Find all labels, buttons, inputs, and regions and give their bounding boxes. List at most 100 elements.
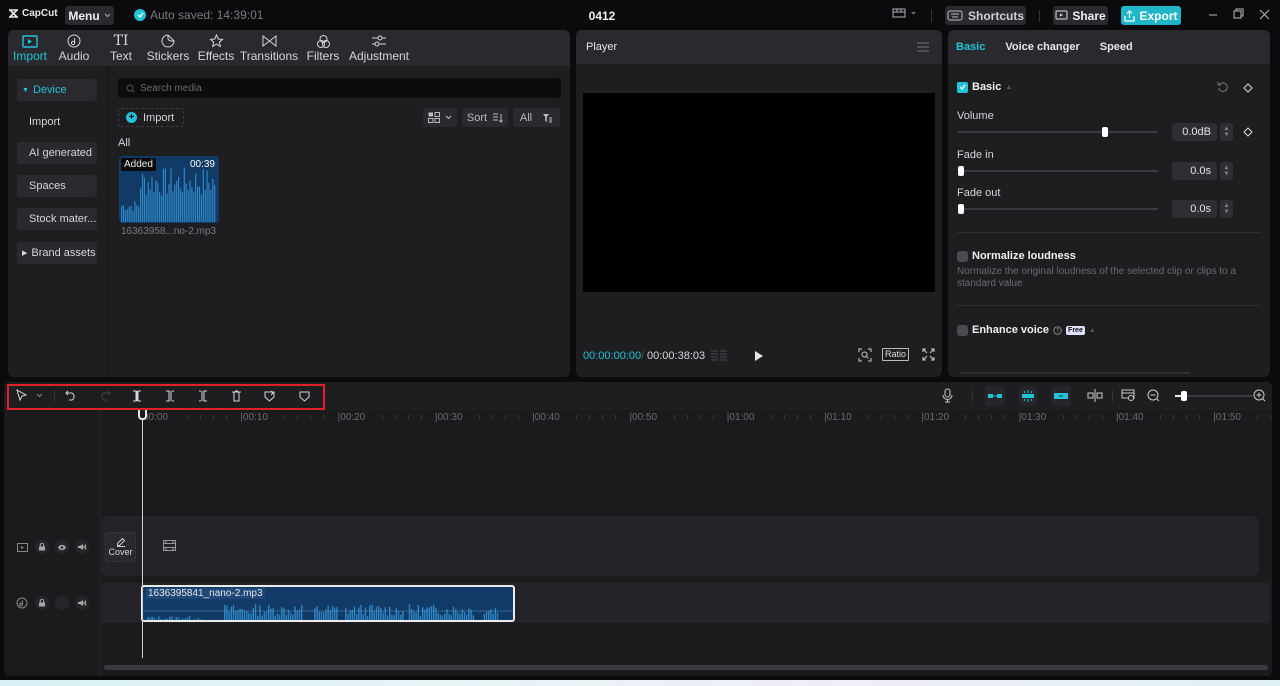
zoom-out-icon[interactable] [1147,389,1160,402]
thumbnail-zoom-icon[interactable] [1121,389,1136,402]
waveform-bar [351,610,353,620]
tab-filters[interactable]: Filters [299,30,347,66]
magnet-main-track-button[interactable] [985,386,1005,406]
tab-stickers[interactable]: Stickers [143,30,193,66]
tab-effects[interactable]: Effects [193,30,239,66]
normalize-loudness-toggle[interactable]: Normalize loudness [957,250,1076,262]
timeline-ruler[interactable]: 00:00 |00:10 |00:20 |00:30 |00:40 |00:50 |01:0… [100,410,1272,426]
fade-in-input[interactable]: 0.0s [1172,162,1217,180]
waveform-bar [136,204,138,222]
play-button[interactable] [754,350,764,362]
sidebar-item-spaces[interactable]: Spaces [17,175,97,197]
fade-out-input[interactable]: 0.0s [1172,200,1217,218]
audio-clip[interactable]: 1636395841_nano-2.mp3 [141,585,515,622]
minimize-button[interactable] [1208,8,1218,20]
playhead[interactable] [142,410,143,658]
player-viewport[interactable] [583,93,935,292]
speaker-icon[interactable] [75,596,89,610]
fade-out-slider-thumb[interactable] [958,204,964,214]
hamburger-menu-icon[interactable] [917,42,929,52]
chevron-down-icon [445,115,452,120]
lock-icon[interactable] [35,596,49,610]
media-duration: 00:39 [189,159,215,170]
reset-icon[interactable] [1217,81,1229,93]
volume-keyframe-icon[interactable] [1238,126,1258,138]
properties-tabs: Basic Voice changer Speed [948,30,1270,64]
shortcuts-button[interactable]: Shortcuts [945,6,1026,25]
basic-checkbox[interactable] [957,81,968,93]
enhance-voice-checkbox[interactable] [957,324,968,336]
enhance-voice-toggle[interactable]: Enhance voice ? Free ▲ [957,324,1096,336]
export-button[interactable]: Export [1121,6,1181,25]
import-button[interactable]: + Import [118,108,184,127]
preview-axis-icon[interactable] [1087,389,1103,402]
waveform-bar [122,205,125,222]
sidebar-item-device[interactable]: ▼ Device [17,79,97,101]
import-icon [22,33,38,49]
fullscreen-icon[interactable] [922,348,935,361]
volume-slider-thumb[interactable] [1102,127,1108,137]
divider [1039,10,1040,22]
tab-adjustment[interactable]: Adjustment [347,30,411,66]
zoom-slider-thumb[interactable] [1181,391,1187,401]
zoom-view-icon[interactable] [858,348,872,362]
tab-audio[interactable]: Audio [49,30,99,66]
volume-slider[interactable] [958,127,1158,137]
fade-in-stepper[interactable]: ▲ ▼ [1220,162,1233,180]
player-title: Player [586,41,618,53]
search-media-input[interactable]: Search media [118,78,561,98]
basic-section-header[interactable]: Basic ▲ [957,81,1012,93]
sidebar-item-import[interactable]: Import [17,111,97,133]
sidebar-item-ai-generated[interactable]: AI generated [17,142,97,164]
layout-button[interactable] [892,8,917,18]
tab-voice-changer[interactable]: Voice changer [1005,41,1079,53]
fade-out-slider[interactable] [958,204,1158,214]
waveform-bar [320,611,323,620]
volume-input[interactable]: 0.0dB [1172,123,1217,141]
keyframe-icon[interactable] [1238,82,1258,94]
speaker-icon[interactable] [75,540,89,554]
auto-snap-button[interactable] [1018,386,1038,406]
waveform-bar [488,610,490,620]
tab-label: Effects [197,49,235,63]
waveform-bar [185,183,187,222]
view-mode-button[interactable] [423,108,457,127]
sort-button[interactable]: Sort [462,108,508,127]
lock-icon[interactable] [35,540,49,554]
tab-text[interactable]: TI Text [99,30,143,66]
zoom-in-icon[interactable] [1253,389,1266,402]
fade-out-stepper[interactable]: ▲ ▼ [1220,200,1233,218]
restore-button[interactable] [1233,8,1244,20]
linkage-button[interactable] [1051,386,1071,406]
media-item-thumbnail[interactable]: Added 00:39 [119,156,219,223]
tab-speed[interactable]: Speed [1100,41,1133,53]
normalize-checkbox[interactable] [957,250,968,262]
waveform-bar [402,611,404,620]
fade-in-slider-thumb[interactable] [958,166,964,176]
main-video-track[interactable] [101,516,1259,576]
playhead-handle[interactable] [138,410,147,420]
tab-transitions[interactable]: Transitions [239,30,299,66]
timeline-horizontal-scrollbar[interactable] [104,665,1268,670]
close-button[interactable] [1259,8,1270,20]
timeline-zoom-slider[interactable] [1175,391,1253,401]
waveform-bar [160,195,163,222]
tab-import[interactable]: Import [11,30,49,66]
help-icon[interactable]: ? [1053,325,1062,335]
volume-stepper[interactable]: ▲ ▼ [1220,123,1233,141]
ratio-button[interactable]: Ratio [882,348,910,361]
filter-button[interactable]: All [513,108,560,127]
waveform-bar [347,613,349,620]
eye-icon[interactable] [55,540,69,554]
microphone-icon[interactable] [942,388,953,403]
sidebar-item-brand-assets[interactable]: ▶ Brand assets [17,242,97,264]
waveform-bar [459,614,461,620]
tab-basic[interactable]: Basic [956,41,985,53]
share-button[interactable]: Share [1053,6,1108,25]
sidebar-item-label: Stock mater... [29,213,97,225]
cover-button[interactable]: Cover [105,532,136,562]
sort-label: Sort [466,111,488,124]
ruler-tick [1257,415,1259,419]
sidebar-item-stock-material[interactable]: Stock mater... [17,208,97,230]
fade-in-slider[interactable] [958,166,1158,176]
